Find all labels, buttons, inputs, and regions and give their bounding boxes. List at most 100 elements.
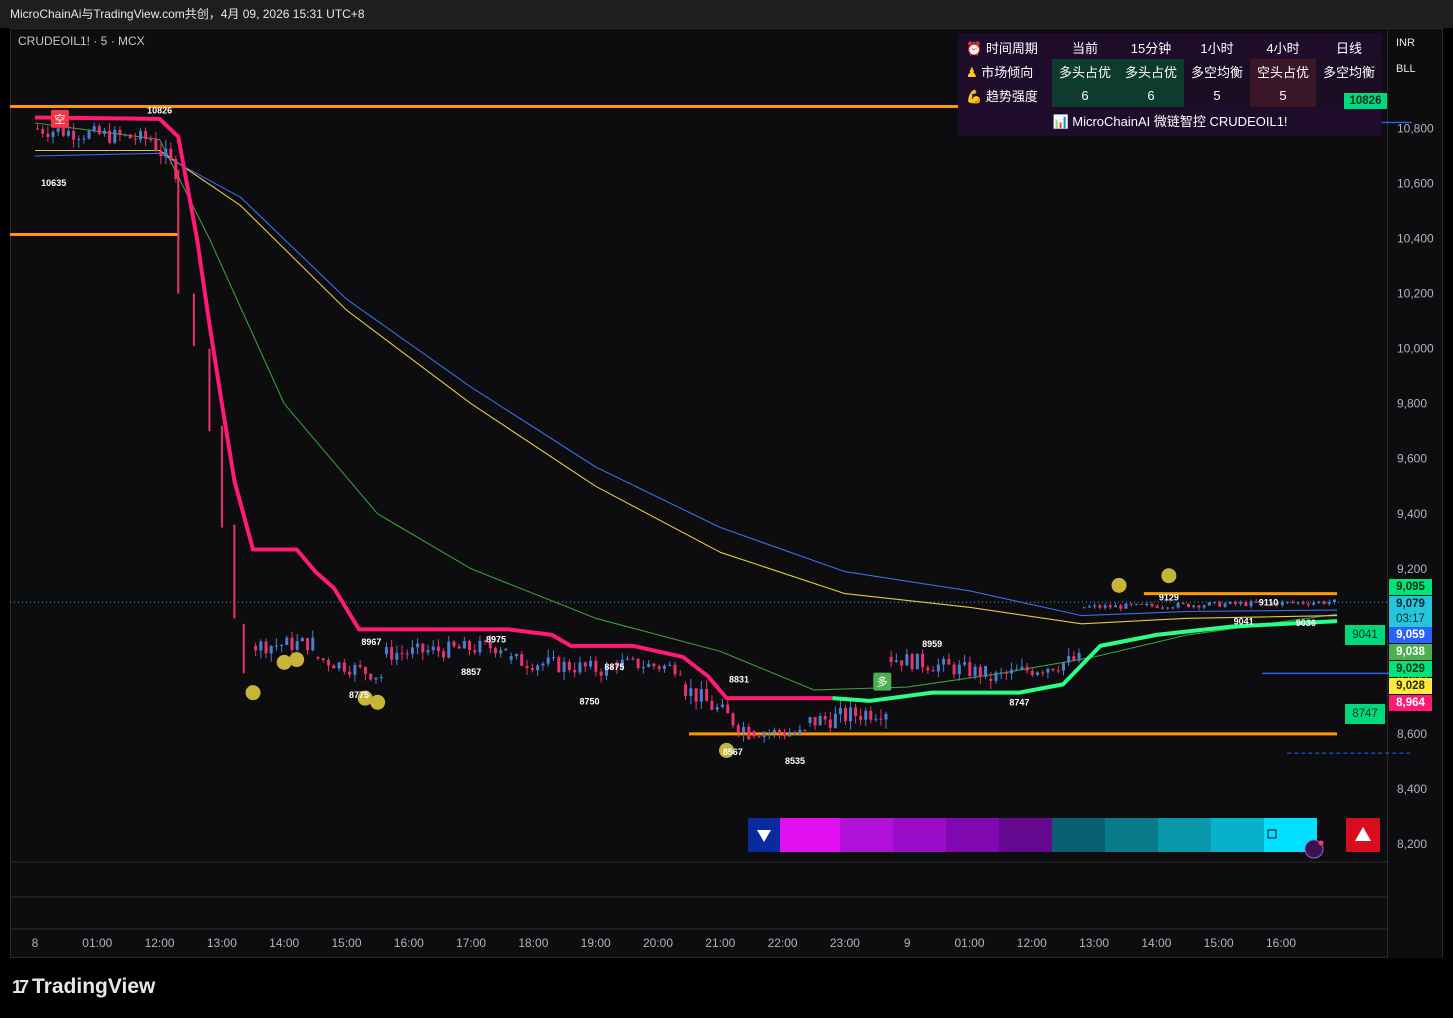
x-tick-label: 12:00	[1017, 936, 1047, 950]
candle-body	[726, 704, 730, 714]
candle-body	[777, 730, 781, 734]
candle-body	[133, 138, 137, 140]
candle-body	[678, 674, 682, 676]
candle-body	[710, 701, 714, 710]
candle-body	[798, 729, 802, 734]
candle-body	[353, 665, 357, 675]
candle-body	[1093, 605, 1097, 607]
candle-body	[1046, 668, 1050, 673]
candle-body	[61, 128, 65, 136]
price-chart[interactable]: 10,800 10,600 10,400 10,200 10,000 9,800 9,600…	[0, 0, 1453, 1018]
candle-body	[1239, 602, 1243, 604]
candle-body	[715, 707, 719, 710]
candle-body	[494, 648, 498, 654]
liquidity-bubble	[276, 654, 292, 670]
candle-body	[803, 729, 807, 731]
candle-body	[1181, 602, 1185, 604]
candle-body	[808, 717, 812, 723]
header-daily: 日线	[1335, 40, 1362, 56]
trend-dashboard: ⏰ 时间周期 当前 15分钟 1小时 4小时 日线 ♟ 市场倾向 多头占优 多头…	[958, 33, 1382, 136]
candle-body	[504, 648, 508, 651]
candle-body	[87, 130, 91, 139]
candle-body	[915, 653, 919, 670]
liquidity-bubble	[1111, 577, 1127, 593]
candle-body	[994, 672, 998, 681]
x-tick-label: 15:00	[1204, 936, 1234, 950]
price-label-9059: 9,059	[1389, 627, 1432, 643]
price-annotation: 9036	[1296, 618, 1316, 628]
candle-body	[736, 725, 740, 733]
price-annotation: 8959	[922, 639, 942, 649]
candle-body	[1280, 601, 1284, 606]
y-tick-label: 8,400	[1397, 782, 1427, 796]
header-4h: 4小时	[1266, 40, 1300, 56]
y-tick-label: 10,800	[1397, 122, 1434, 136]
candle-body	[97, 126, 101, 134]
candle-body	[342, 662, 346, 672]
candle-body	[699, 689, 703, 702]
y-tick-label: 9,600	[1397, 452, 1427, 466]
candle-body	[306, 638, 310, 651]
candle-body	[636, 658, 640, 669]
candle-body	[1155, 605, 1159, 608]
candle-body	[626, 658, 630, 660]
ma-green-line	[34, 122, 1338, 691]
side-tag-8747: 8747	[1345, 704, 1385, 724]
candle-body	[947, 659, 951, 665]
dashboard-footer: 📊 MicroChainAI 微链智控 CRUDEOIL1!	[958, 111, 1382, 130]
candle-body	[1134, 603, 1138, 605]
candle-body	[1077, 652, 1081, 661]
price-annotation: 8567	[723, 747, 743, 757]
trend-current: 多头占优	[1052, 59, 1118, 83]
x-tick-label: 12:00	[145, 936, 175, 950]
y-tick-label: 8,600	[1397, 727, 1427, 741]
candle-body	[123, 134, 127, 136]
candle-body	[128, 134, 132, 139]
candle-body	[973, 666, 977, 677]
supertrend-bear-line	[34, 115, 833, 701]
liquidity-bubble	[245, 685, 261, 701]
candle-body	[869, 710, 873, 720]
candle-body	[56, 128, 60, 132]
candle-body	[525, 665, 529, 668]
candle-body	[254, 645, 258, 651]
candle-body	[1218, 601, 1222, 607]
candle-body	[767, 732, 771, 734]
candle-body	[442, 651, 446, 658]
candle-body	[989, 678, 993, 681]
header-label: 时间周期	[985, 40, 1038, 56]
tradingview-logo[interactable]: 17 TradingView	[12, 975, 155, 999]
header-current: 当前	[1071, 40, 1098, 56]
candle-body	[452, 641, 456, 647]
candle-body	[1327, 602, 1331, 604]
candle-body	[1129, 603, 1133, 605]
candle-body	[823, 716, 827, 720]
strength-15m: 6	[1118, 83, 1184, 107]
price-annotation: 10635	[41, 178, 66, 188]
candle-body	[705, 689, 709, 702]
candle-body	[316, 656, 320, 659]
y-tick-label: 9,200	[1397, 562, 1427, 576]
price-annotation: 8967	[361, 637, 381, 647]
candle-body	[1207, 602, 1211, 606]
candle-body	[102, 130, 106, 134]
candle-body	[530, 667, 534, 671]
candle-body	[274, 645, 278, 647]
candle-body	[1114, 605, 1118, 608]
price-label-9038: 9,038	[1389, 644, 1432, 660]
candle-body	[431, 646, 435, 651]
y-tick-label: 9,800	[1397, 397, 1427, 411]
candle-body	[1317, 601, 1321, 603]
candle-body	[573, 669, 577, 673]
candle-body	[144, 131, 148, 140]
candle-body	[793, 733, 797, 735]
candle-body	[984, 665, 988, 677]
candle-body	[1176, 602, 1180, 608]
price-label-9095: 9,095	[1389, 579, 1432, 595]
candle-body	[264, 641, 268, 654]
price-annotation: 8535	[785, 756, 805, 766]
candle-body	[164, 148, 168, 157]
candle-body	[462, 641, 466, 649]
candle-body	[159, 150, 163, 157]
candle-body	[1312, 602, 1316, 605]
